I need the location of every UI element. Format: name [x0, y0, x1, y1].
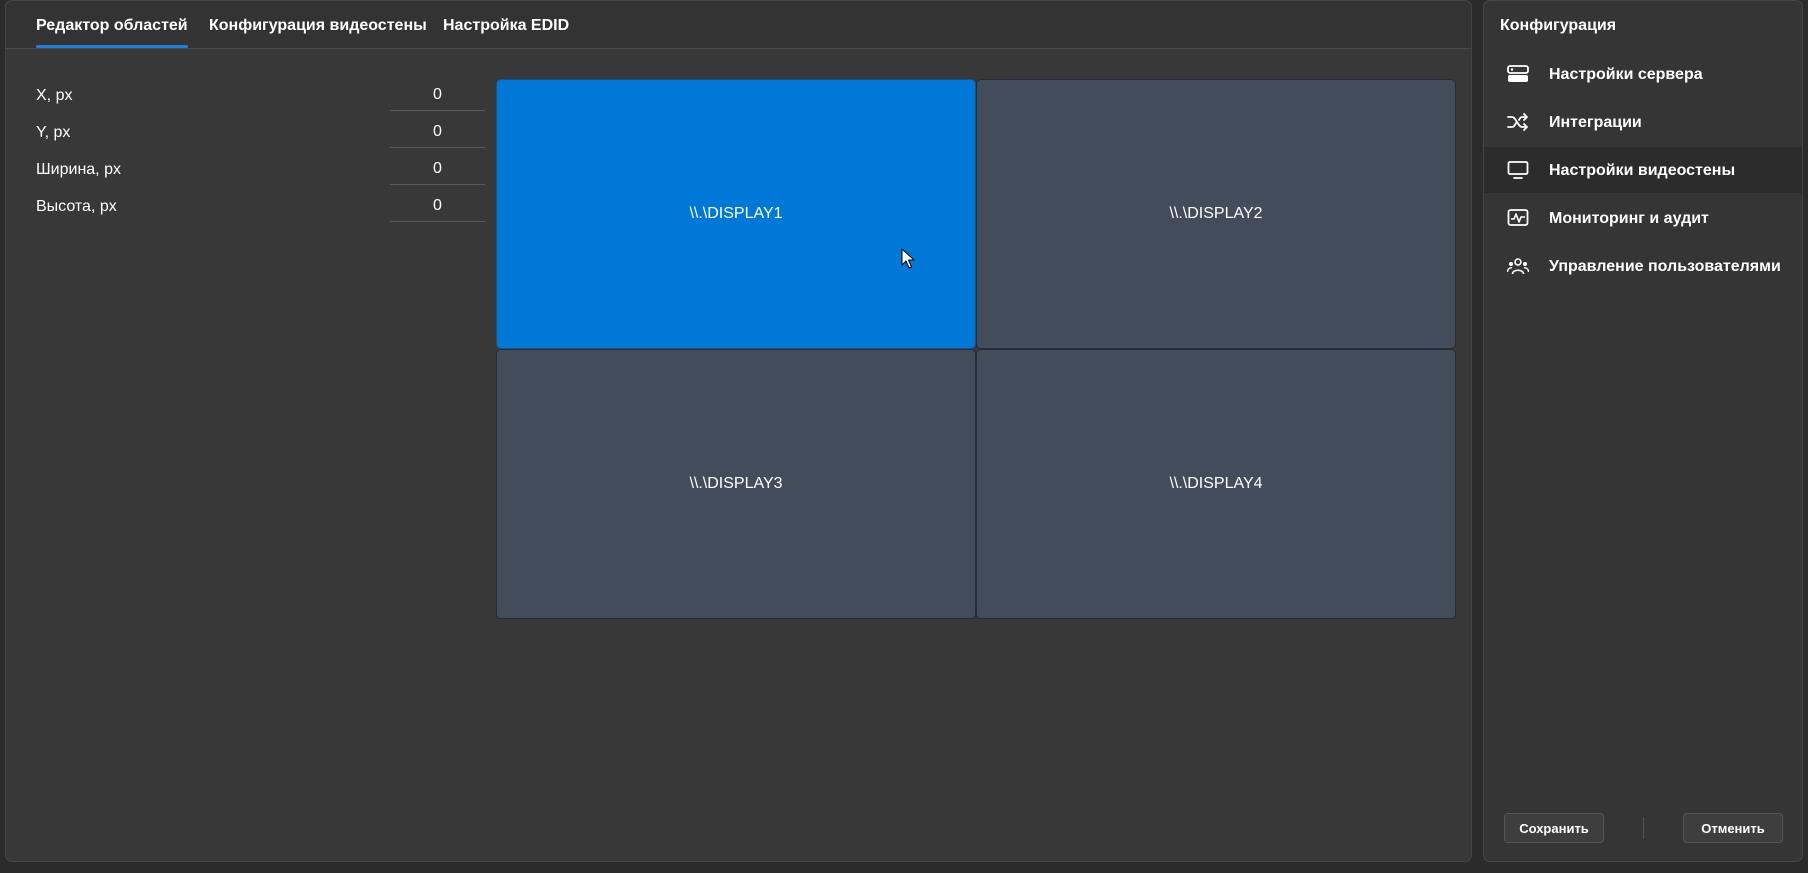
width-input[interactable]: 0: [390, 157, 485, 185]
save-button[interactable]: Сохранить: [1504, 813, 1604, 843]
sidebar-item-server-settings[interactable]: Настройки сервера: [1484, 51, 1802, 97]
sidebar-item-monitoring-audit[interactable]: Мониторинг и аудит: [1484, 195, 1802, 241]
display-tile-4-label: \\.\DISPLAY4: [1169, 475, 1263, 492]
x-input[interactable]: 0: [390, 83, 485, 111]
configuration-sidebar: Конфигурация Настройки сервера Интеграци…: [1483, 0, 1803, 862]
display-tile-1[interactable]: \\.\DISPLAY1: [496, 79, 976, 349]
display-tile-3-label: \\.\DISPLAY3: [689, 475, 783, 492]
width-label: Ширина, px: [36, 161, 121, 178]
sidebar-title: Конфигурация: [1500, 17, 1617, 34]
sidebar-item-integrations[interactable]: Интеграции: [1484, 99, 1802, 145]
tab-bar: Редактор областей Конфигурация видеостен…: [6, 1, 1471, 49]
shuffle-icon: [1507, 113, 1528, 131]
height-label: Высота, px: [36, 198, 117, 215]
button-divider: [1643, 817, 1644, 839]
sidebar-item-label: Мониторинг и аудит: [1549, 210, 1709, 227]
sidebar-item-user-management[interactable]: Управление пользователями: [1484, 243, 1802, 289]
sidebar-item-label: Настройки сервера: [1549, 66, 1703, 83]
region-editor-panel: Редактор областей Конфигурация видеостен…: [5, 0, 1472, 862]
activity-icon: [1507, 209, 1529, 226]
cancel-button[interactable]: Отменить: [1683, 813, 1783, 843]
tab-edid-settings-label: Настройка EDID: [443, 17, 570, 34]
x-label: X, px: [36, 87, 73, 104]
display-tile-2[interactable]: \\.\DISPLAY2: [976, 79, 1456, 349]
monitor-icon: [1507, 161, 1529, 179]
height-input[interactable]: 0: [390, 194, 485, 222]
y-input[interactable]: 0: [390, 120, 485, 148]
tab-region-editor-label: Редактор областей: [36, 17, 188, 34]
mouse-cursor-icon: [901, 248, 915, 269]
sidebar-item-videowall-settings[interactable]: Настройки видеостены: [1484, 147, 1802, 193]
sidebar-item-label: Интеграции: [1549, 114, 1642, 131]
display-tile-4[interactable]: \\.\DISPLAY4: [976, 349, 1456, 619]
tab-region-editor[interactable]: Редактор областей: [36, 17, 188, 48]
sidebar-item-label: Управление пользователями: [1549, 258, 1781, 275]
display-tile-2-label: \\.\DISPLAY2: [1169, 205, 1263, 222]
users-icon: [1507, 258, 1529, 275]
tab-edid-settings[interactable]: Настройка EDID: [443, 17, 569, 35]
sidebar-item-label: Настройки видеостены: [1549, 162, 1736, 179]
active-tab-indicator: [36, 45, 188, 48]
display-tile-3[interactable]: \\.\DISPLAY3: [496, 349, 976, 619]
y-label: Y, px: [36, 124, 71, 141]
tab-videowall-config-label: Конфигурация видеостены: [209, 17, 427, 34]
server-icon: [1507, 65, 1529, 82]
tab-videowall-config[interactable]: Конфигурация видеостены: [209, 17, 427, 35]
display-tile-1-label: \\.\DISPLAY1: [689, 205, 783, 222]
